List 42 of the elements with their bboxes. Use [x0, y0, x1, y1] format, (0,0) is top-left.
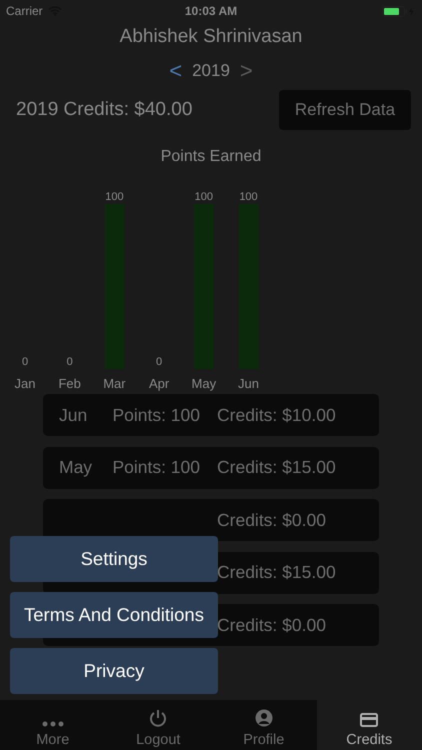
value-label: 100 [194, 191, 213, 203]
month-label: Jun [238, 376, 259, 391]
month-label: Feb [58, 376, 81, 391]
value-label: 0 [156, 356, 162, 368]
previous-year-button[interactable]: < [167, 58, 184, 84]
month-label: Mar [103, 376, 126, 391]
credits-value: Credits: $0.00 [217, 614, 327, 636]
month-label: May [192, 376, 216, 391]
menu-item[interactable]: Terms And Conditions [10, 592, 218, 638]
points-value: Points: 100 [112, 457, 200, 478]
credits-value: Credits: $10.00 [217, 404, 337, 426]
carrier-label: Carrier [6, 4, 43, 18]
refresh-data-button[interactable]: Refresh Data [279, 90, 411, 130]
credits-value: Credits: $15.00 [217, 457, 337, 478]
tab[interactable]: Credits [316, 700, 422, 750]
user-name: Abhishek Shrinivasan [118, 26, 304, 49]
next-year-button[interactable]: > [238, 58, 255, 84]
year-label: 2019 [192, 61, 230, 81]
points-value: Points: 100 [112, 404, 200, 426]
menu-item[interactable]: Settings [10, 536, 218, 582]
value-label: 100 [105, 191, 124, 203]
card-icon [360, 713, 378, 727]
credits-value: Credits: $0.00 [217, 510, 327, 530]
chart-title: Points Earned [160, 148, 262, 167]
month-name: Jun [59, 404, 88, 426]
month-label: Jan [14, 376, 36, 391]
tab[interactable]: Profile [211, 700, 316, 750]
power-icon [149, 709, 168, 727]
clock-time: 10:03 AM [184, 4, 238, 18]
credits-value: Credits: $15.00 [217, 562, 337, 583]
menu-item[interactable]: Privacy [10, 648, 218, 694]
tab[interactable]: More [0, 700, 106, 750]
month-name: May [59, 457, 94, 478]
tab[interactable]: Logout [106, 700, 211, 750]
total-credits: 2019 Credits: $40.00 [16, 99, 192, 121]
value-label: 100 [239, 191, 258, 203]
more-icon [42, 721, 64, 727]
month-label: Apr [148, 376, 170, 391]
value-label: 0 [66, 356, 73, 368]
value-label: 0 [22, 356, 28, 368]
profile-icon [254, 709, 273, 727]
battery-icon [382, 6, 416, 16]
